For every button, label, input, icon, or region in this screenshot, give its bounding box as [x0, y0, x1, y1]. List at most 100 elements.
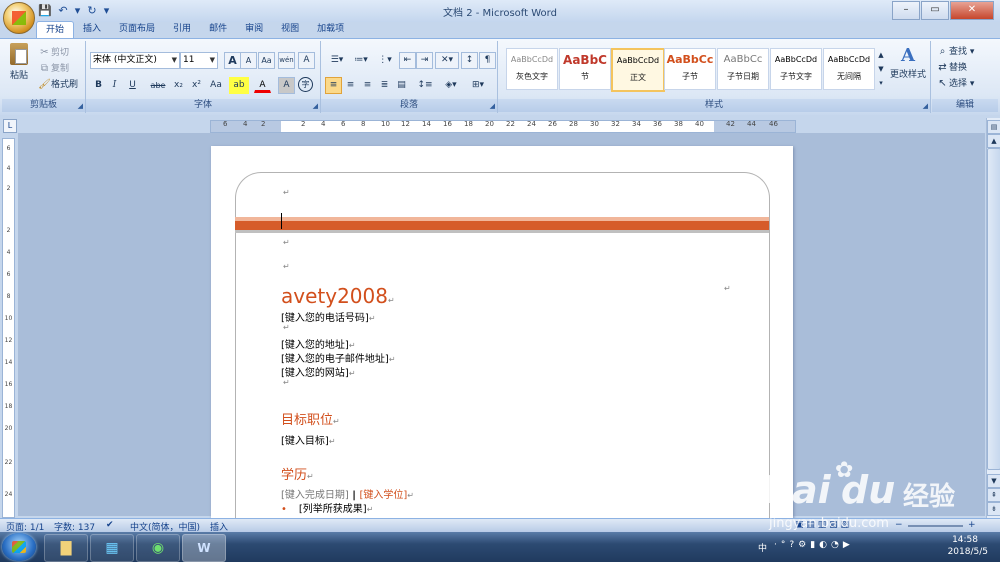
close-button[interactable]: ✕: [950, 1, 994, 20]
styles-more-icon[interactable]: ▾: [875, 75, 887, 89]
office-button[interactable]: [3, 2, 35, 34]
decrease-indent-button[interactable]: ⇤: [399, 52, 416, 69]
explorer-taskbar-button[interactable]: ▇: [44, 534, 88, 562]
maximize-button[interactable]: ▭: [921, 1, 949, 20]
clear-format-button[interactable]: Aa: [258, 52, 275, 69]
proofing-icon[interactable]: ✔: [106, 520, 114, 530]
style-section[interactable]: AaBbC 节: [559, 48, 611, 90]
styles-launcher-icon[interactable]: ◢: [923, 102, 928, 110]
multilevel-list-button[interactable]: ⋮▾: [373, 52, 397, 69]
ruler-number: 20: [4, 425, 13, 432]
font-name-value: 宋体 (中文正文): [93, 55, 157, 65]
numbering-button[interactable]: ≔▾: [349, 52, 373, 69]
strikethrough-button[interactable]: abe: [146, 77, 170, 94]
objective-heading[interactable]: 目标职位↵: [281, 409, 340, 428]
tab-review[interactable]: 审阅: [236, 21, 272, 38]
change-styles-button[interactable]: A 更改样式: [889, 45, 927, 80]
website-placeholder[interactable]: [键入您的网站]↵: [281, 364, 356, 379]
format-painter-button[interactable]: 🖌格式刷: [38, 77, 78, 91]
borders-button[interactable]: ⊞▾: [466, 77, 490, 94]
bullets-button[interactable]: ☰▾: [325, 52, 349, 69]
enclose-characters-button[interactable]: 字: [298, 77, 313, 92]
input-language-indicator[interactable]: 中: [758, 541, 767, 554]
browser-taskbar-button[interactable]: ◉: [136, 534, 180, 562]
line-spacing-button[interactable]: ↕≡: [413, 77, 437, 94]
change-case-button[interactable]: Aa: [206, 77, 226, 94]
ruler-toggle-icon[interactable]: ▤: [987, 120, 1000, 134]
shading-button[interactable]: ◈▾: [439, 77, 463, 94]
scroll-up-icon[interactable]: ▲: [987, 134, 1000, 148]
bold-button[interactable]: B: [90, 77, 107, 94]
character-shading-button[interactable]: A: [278, 77, 295, 94]
align-right-button[interactable]: ≡: [359, 77, 376, 94]
achievements-item[interactable]: • [列举所获成果]↵: [281, 500, 373, 515]
copy-button[interactable]: ⧉ 复制: [38, 61, 69, 75]
style-subsection[interactable]: AaBbCc 子节: [664, 48, 716, 90]
style-gray-text[interactable]: AaBbCcDd 灰色文字: [506, 48, 558, 90]
justify-button[interactable]: ≣: [376, 77, 393, 94]
resume-name[interactable]: avety2008↵: [281, 284, 395, 308]
font-name-dropdown[interactable]: 宋体 (中文正文) ▼: [90, 52, 180, 69]
education-heading[interactable]: 学历↵: [281, 464, 314, 483]
style-no-spacing[interactable]: AaBbCcDd 无间隔: [823, 48, 875, 90]
email-placeholder[interactable]: [键入您的电子邮件地址]↵: [281, 350, 396, 365]
highlight-button[interactable]: ab: [229, 77, 249, 94]
start-button[interactable]: [2, 533, 36, 561]
app-taskbar-button[interactable]: ▦: [90, 534, 134, 562]
select-button[interactable]: ↖ 选择 ▾: [936, 76, 974, 90]
character-border-button[interactable]: A: [298, 52, 315, 69]
font-group-label: 字体: [86, 99, 320, 112]
borders-icon: ⊞▾: [471, 80, 485, 90]
tray-icons[interactable]: ·°?⚙▮◐◔▶: [774, 540, 854, 550]
word-taskbar-button[interactable]: W: [182, 534, 226, 562]
tab-page-layout[interactable]: 页面布局: [110, 21, 164, 38]
subscript-button[interactable]: x₂: [170, 77, 187, 94]
grow-font-button[interactable]: A: [224, 52, 241, 69]
phonetic-guide-button[interactable]: wén: [278, 52, 295, 69]
style-sample: AaBbCcDd: [510, 55, 554, 64]
chinese-layout-button[interactable]: ✕▾: [435, 52, 459, 69]
tab-home[interactable]: 开始: [36, 21, 75, 39]
font-launcher-icon[interactable]: ◢: [313, 102, 318, 110]
style-subsection-date[interactable]: AaBbCc 子节日期: [717, 48, 769, 90]
tab-view[interactable]: 视图: [272, 21, 308, 38]
paragraph-launcher-icon[interactable]: ◢: [490, 102, 495, 110]
horizontal-ruler[interactable]: 6 4 2 2 4 6 8 10 12 14 16 18 20 22 24 26…: [210, 120, 796, 133]
clock-date[interactable]: 2018/5/5: [948, 547, 988, 557]
font-size-dropdown[interactable]: 11 ▼: [180, 52, 218, 69]
align-left-button[interactable]: ≡: [325, 77, 342, 94]
sort-button[interactable]: ↕: [461, 52, 478, 69]
phone-placeholder[interactable]: [键入您的电话号码]↵: [281, 309, 376, 324]
shrink-font-button[interactable]: A: [240, 52, 257, 69]
paragraph-mark: ↵: [387, 296, 395, 305]
distributed-button[interactable]: ▤: [393, 77, 410, 94]
increase-indent-button[interactable]: ⇥: [416, 52, 433, 69]
tab-insert[interactable]: 插入: [74, 21, 110, 38]
replace-button[interactable]: ⇄ 替换: [936, 60, 967, 74]
tab-references[interactable]: 引用: [164, 21, 200, 38]
styles-scroll-up-icon[interactable]: ▲: [875, 47, 887, 61]
style-subsection-text[interactable]: AaBbCcDd 子节文字: [770, 48, 822, 90]
style-normal[interactable]: AaBbCcDd 正文: [611, 48, 665, 92]
tab-selector-icon[interactable]: L: [3, 119, 17, 133]
scroll-thumb[interactable]: [987, 148, 1000, 470]
styles-scroll-down-icon[interactable]: ▼: [875, 61, 887, 75]
vertical-ruler[interactable]: 6 4 2 2 4 6 8 10 12 14 16 18 20 22 24: [2, 138, 15, 518]
clock-time[interactable]: 14:58: [952, 535, 978, 545]
align-center-button[interactable]: ≡: [342, 77, 359, 94]
paste-button[interactable]: 粘贴: [8, 43, 30, 81]
cut-button[interactable]: ✂ 剪切: [38, 45, 69, 59]
objective-placeholder[interactable]: [键入目标]↵: [281, 432, 336, 447]
show-marks-button[interactable]: ¶: [479, 52, 496, 69]
superscript-button[interactable]: x²: [188, 77, 205, 94]
find-button[interactable]: ⌕ 查找 ▾: [936, 44, 975, 58]
font-color-button[interactable]: A: [254, 77, 271, 93]
minimize-button[interactable]: –: [892, 1, 920, 20]
tab-mailings[interactable]: 邮件: [200, 21, 236, 38]
education-line[interactable]: [键入完成日期] | [键入学位]↵: [281, 486, 414, 501]
tab-addins[interactable]: 加载项: [308, 21, 353, 38]
italic-button[interactable]: I: [106, 77, 123, 94]
underline-button[interactable]: U: [124, 77, 141, 94]
address-placeholder[interactable]: [键入您的地址]↵: [281, 336, 356, 351]
clipboard-launcher-icon[interactable]: ◢: [78, 102, 83, 110]
